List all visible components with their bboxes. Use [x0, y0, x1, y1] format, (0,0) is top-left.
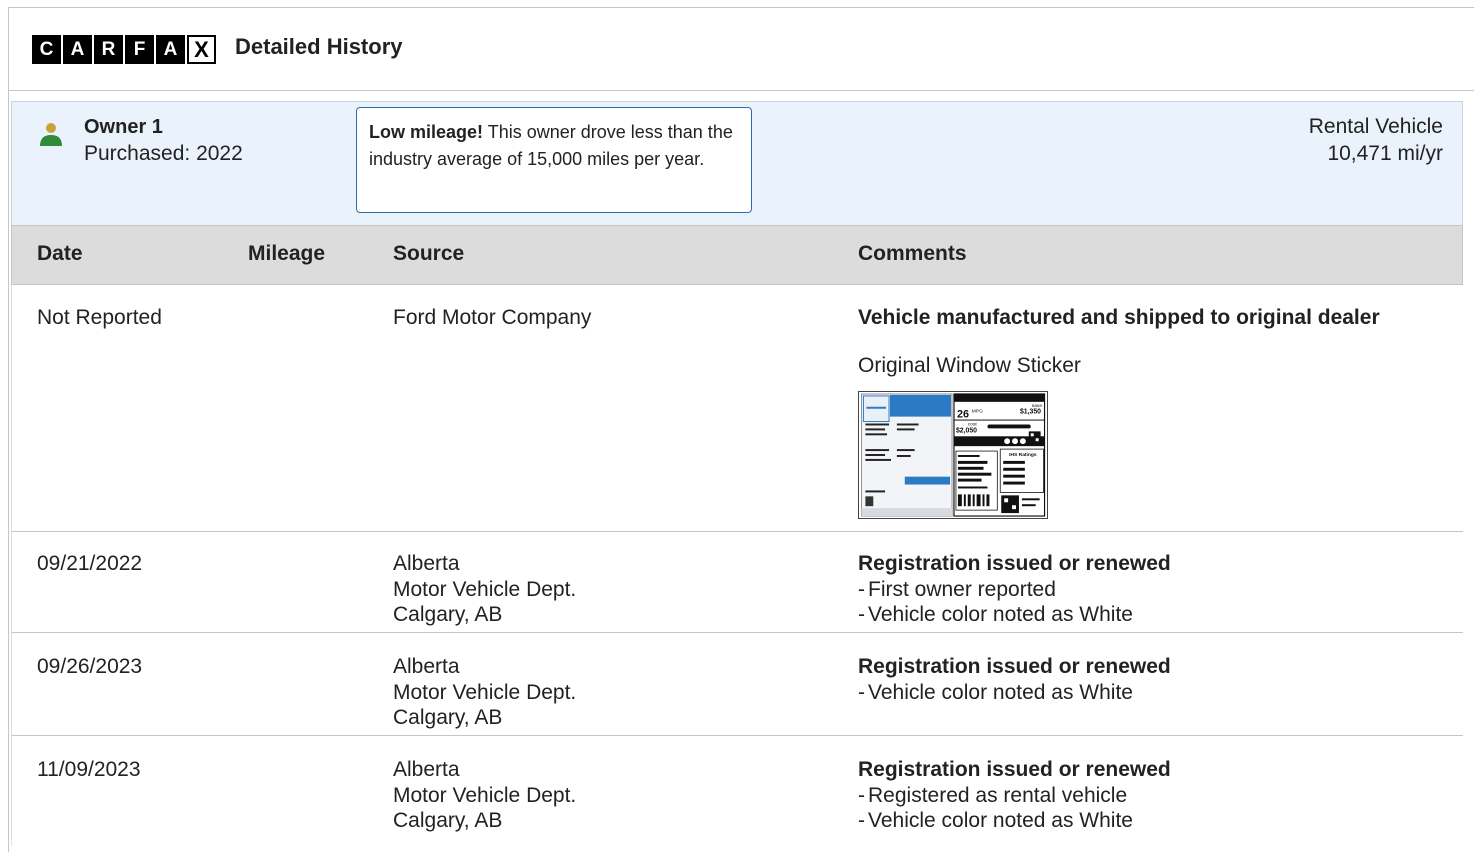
table-row: Not Reported Ford Motor Company Vehicle …	[11, 285, 1463, 532]
logo-letter: A	[156, 35, 185, 64]
logo-letter: X	[187, 35, 216, 64]
comment-item: Vehicle color noted as White	[858, 680, 1171, 706]
source-line: Motor Vehicle Dept.	[393, 577, 577, 601]
sticker-mpg: 26	[957, 409, 969, 421]
sticker-cost-amount: $2,050	[956, 427, 977, 434]
sticker-save-amount: $1,350	[1020, 409, 1041, 416]
row-comments: Vehicle manufactured and shipped to orig…	[858, 305, 1380, 378]
person-icon	[40, 123, 62, 146]
callout-heading: Low mileage!	[369, 122, 484, 142]
column-header-comments: Comments	[858, 242, 967, 265]
owner-name: Owner 1	[84, 116, 163, 138]
low-mileage-callout: Low mileage! This owner drove less than …	[356, 107, 752, 213]
row-comments: Registration issued or renewed Vehicle c…	[858, 654, 1171, 705]
comment-title: Registration issued or renewed	[858, 758, 1171, 781]
row-source: Alberta Motor Vehicle Dept. Calgary, AB	[393, 654, 576, 731]
row-date: Not Reported	[37, 306, 162, 329]
sticker-mpg-unit: MPG	[972, 409, 983, 415]
page-title: Detailed History	[235, 34, 403, 59]
source-line: Motor Vehicle Dept.	[393, 680, 577, 704]
logo-letter: A	[63, 35, 92, 64]
window-sticker-thumbnail[interactable]: 26 MPG save $1,350 cost $2,050 IHS Ratin…	[858, 391, 1048, 519]
table-row: 09/26/2023 Alberta Motor Vehicle Dept. C…	[11, 633, 1463, 736]
owner-annual-mileage: 10,471 mi/yr	[1327, 142, 1443, 165]
comment-title: Vehicle manufactured and shipped to orig…	[858, 306, 1380, 329]
logo-letter: C	[32, 35, 61, 64]
section-header: C A R F A X Detailed History	[9, 8, 1474, 91]
source-line: Calgary, AB	[393, 603, 503, 626]
row-comments: Registration issued or renewed First own…	[858, 551, 1171, 628]
owner-summary-panel: Owner 1 Purchased: 2022 Low mileage! Thi…	[11, 101, 1463, 225]
comment-item: Registered as rental vehicle	[858, 783, 1171, 809]
source-line: Motor Vehicle Dept.	[393, 783, 577, 807]
comment-item: Vehicle color noted as White	[858, 602, 1171, 628]
owner-purchase-year: Purchased: 2022	[84, 142, 243, 165]
source-line: Alberta	[393, 655, 460, 678]
source-line: Calgary, AB	[393, 809, 503, 832]
logo-letter: R	[94, 35, 123, 64]
row-source: Ford Motor Company	[393, 305, 591, 331]
row-comments: Registration issued or renewed Registere…	[858, 757, 1171, 834]
carfax-logo: C A R F A X	[32, 35, 218, 64]
source-line: Alberta	[393, 552, 460, 575]
window-sticker-link[interactable]: Original Window Sticker	[858, 353, 1380, 379]
source-line: Calgary, AB	[393, 706, 503, 729]
comment-item: Vehicle color noted as White	[858, 808, 1171, 834]
row-date: 09/21/2022	[37, 552, 143, 575]
column-header-date: Date	[37, 242, 83, 265]
owner-vehicle-type: Rental Vehicle	[1308, 115, 1443, 138]
row-source: Alberta Motor Vehicle Dept. Calgary, AB	[393, 757, 576, 834]
column-header-source: Source	[393, 242, 465, 265]
comment-item: First owner reported	[858, 577, 1171, 603]
comment-title: Registration issued or renewed	[858, 655, 1171, 678]
table-row: 11/09/2023 Alberta Motor Vehicle Dept. C…	[11, 736, 1463, 846]
logo-letter: F	[125, 35, 154, 64]
column-header-mileage: Mileage	[248, 242, 326, 265]
history-table-header: Date Mileage Source Comments	[11, 225, 1463, 285]
row-source: Alberta Motor Vehicle Dept. Calgary, AB	[393, 551, 576, 628]
sticker-ratings-label: IHS Ratings	[1009, 452, 1037, 458]
row-date: 09/26/2023	[37, 655, 143, 678]
row-date: 11/09/2023	[37, 758, 141, 781]
comment-title: Registration issued or renewed	[858, 552, 1171, 575]
source-line: Ford Motor Company	[393, 306, 592, 329]
table-row: 09/21/2022 Alberta Motor Vehicle Dept. C…	[11, 532, 1463, 633]
source-line: Alberta	[393, 758, 460, 781]
